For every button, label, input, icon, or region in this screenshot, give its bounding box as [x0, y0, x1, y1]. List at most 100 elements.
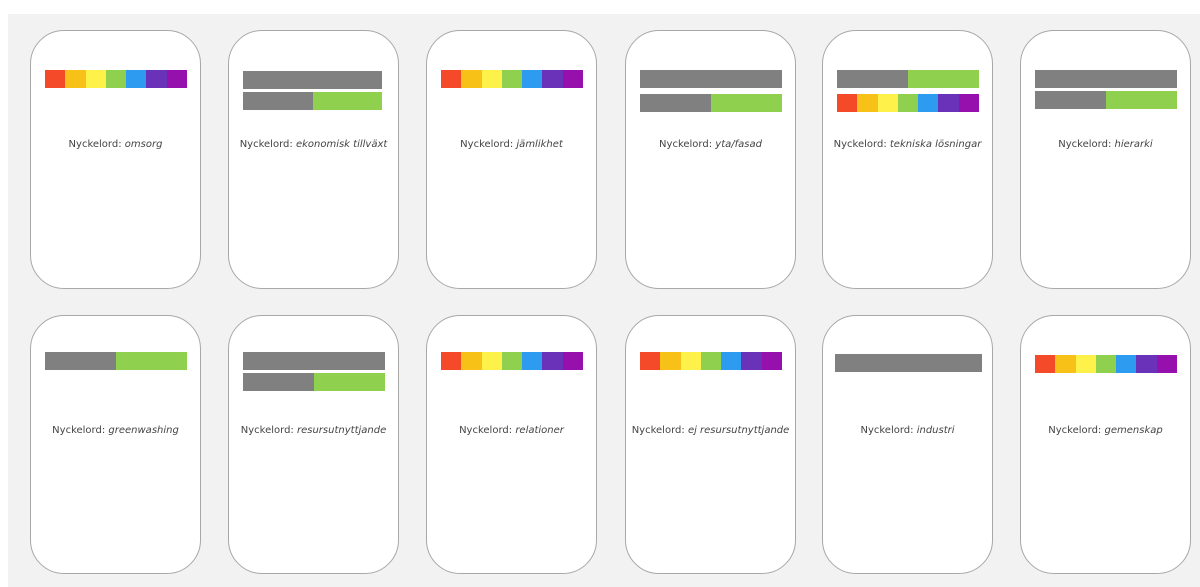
indigo-segment	[542, 352, 563, 370]
green-segment	[116, 352, 187, 370]
green-segment	[105, 70, 127, 88]
gray-segment	[837, 70, 908, 88]
card-hierarki[interactable]: Nyckelord: hierarki	[1020, 30, 1191, 289]
green-segment	[501, 70, 523, 88]
blue-segment	[1116, 355, 1137, 373]
card-relationer[interactable]: Nyckelord: relationer	[426, 315, 597, 574]
keyword-label: Nyckelord: jämlikhet	[460, 139, 563, 150]
green-segment	[501, 352, 523, 370]
violet-segment	[1156, 355, 1177, 373]
red-segment	[1035, 355, 1056, 373]
green-segment	[312, 92, 382, 110]
rainbow-bar	[441, 352, 583, 370]
yellow-segment	[481, 352, 502, 370]
red-segment	[441, 70, 462, 88]
card-ekonomisk-tillvaxt[interactable]: Nyckelord: ekonomisk tillväxt	[228, 30, 399, 289]
red-segment	[441, 352, 462, 370]
gray-green-bar	[243, 373, 385, 391]
orange-segment	[857, 94, 878, 112]
gray-segment	[243, 92, 313, 110]
gray-green-bar	[243, 92, 382, 110]
indigo-segment	[1136, 355, 1157, 373]
violet-segment	[562, 70, 583, 88]
keyword-label: Nyckelord: relationer	[459, 425, 564, 436]
yellow-segment	[481, 70, 502, 88]
card-board: Nyckelord: omsorg Nyckelord: ekonomisk t…	[8, 14, 1200, 587]
gray-segment	[243, 71, 382, 89]
indigo-segment	[741, 352, 762, 370]
indigo-segment	[938, 94, 959, 112]
blue-segment	[721, 352, 742, 370]
card-yta-fasad[interactable]: Nyckelord: yta/fasad	[625, 30, 796, 289]
gray-segment	[640, 94, 711, 112]
keyword-label: Nyckelord: tekniska lösningar	[833, 139, 982, 150]
keyword-label: Nyckelord: omsorg	[68, 139, 163, 150]
yellow-segment	[680, 352, 701, 370]
green-segment	[908, 70, 979, 88]
rainbow-bar	[1035, 355, 1177, 373]
card-jamlikhet[interactable]: Nyckelord: jämlikhet	[426, 30, 597, 289]
gray-segment	[1035, 70, 1177, 88]
card-tekniska-losningar[interactable]: Nyckelord: tekniska lösningar	[822, 30, 993, 289]
keyword-label: Nyckelord: resursutnyttjande	[240, 425, 387, 436]
card-greenwashing[interactable]: Nyckelord: greenwashing	[30, 315, 201, 574]
keyword-label: Nyckelord: yta/fasad	[659, 139, 762, 150]
yellow-segment	[85, 70, 106, 88]
gray-green-bar	[45, 352, 187, 370]
card-omsorg[interactable]: Nyckelord: omsorg	[30, 30, 201, 289]
card-gemenskap[interactable]: Nyckelord: gemenskap	[1020, 315, 1191, 574]
blue-segment	[126, 70, 147, 88]
indigo-segment	[542, 70, 563, 88]
orange-segment	[461, 352, 482, 370]
red-segment	[45, 70, 66, 88]
gray-segment	[640, 70, 782, 88]
gray-segment	[243, 352, 385, 370]
blue-segment	[522, 352, 543, 370]
orange-segment	[660, 352, 681, 370]
orange-segment	[461, 70, 482, 88]
card-industri[interactable]: Nyckelord: industri	[822, 315, 993, 574]
green-segment	[700, 352, 722, 370]
gray-bar	[640, 70, 782, 88]
red-segment	[640, 352, 661, 370]
rainbow-bar	[837, 94, 979, 112]
keyword-label: Nyckelord: ej resursutnyttjande	[631, 425, 790, 436]
red-segment	[837, 94, 858, 112]
rainbow-bar	[640, 352, 782, 370]
blue-segment	[522, 70, 543, 88]
rainbow-bar	[441, 70, 583, 88]
rainbow-bar	[45, 70, 187, 88]
green-segment	[711, 94, 782, 112]
green-segment	[897, 94, 919, 112]
gray-segment	[45, 352, 116, 370]
blue-segment	[918, 94, 939, 112]
green-segment	[314, 373, 385, 391]
gray-segment	[1035, 91, 1106, 109]
violet-segment	[166, 70, 187, 88]
violet-segment	[958, 94, 979, 112]
indigo-segment	[146, 70, 167, 88]
gray-bar	[243, 71, 382, 89]
keyword-label: Nyckelord: hierarki	[1058, 139, 1153, 150]
violet-segment	[761, 352, 782, 370]
card-ej-resursutnyttjande[interactable]: Nyckelord: ej resursutnyttjande	[625, 315, 796, 574]
gray-segment	[243, 373, 314, 391]
gray-bar	[835, 354, 982, 372]
orange-segment	[1055, 355, 1076, 373]
gray-green-bar	[1035, 91, 1177, 109]
yellow-segment	[1075, 355, 1096, 373]
gray-bar	[1035, 70, 1177, 88]
keyword-label: Nyckelord: ekonomisk tillväxt	[239, 139, 388, 150]
keyword-label: Nyckelord: gemenskap	[1048, 425, 1163, 436]
violet-segment	[562, 352, 583, 370]
yellow-segment	[877, 94, 898, 112]
orange-segment	[65, 70, 86, 88]
gray-bar	[243, 352, 385, 370]
gray-segment	[835, 354, 982, 372]
keyword-label: Nyckelord: greenwashing	[52, 425, 179, 436]
gray-green-bar	[837, 70, 979, 88]
keyword-label: Nyckelord: industri	[860, 425, 955, 436]
card-resursutnyttjande[interactable]: Nyckelord: resursutnyttjande	[228, 315, 399, 574]
green-segment	[1106, 91, 1177, 109]
gray-green-bar	[640, 94, 782, 112]
